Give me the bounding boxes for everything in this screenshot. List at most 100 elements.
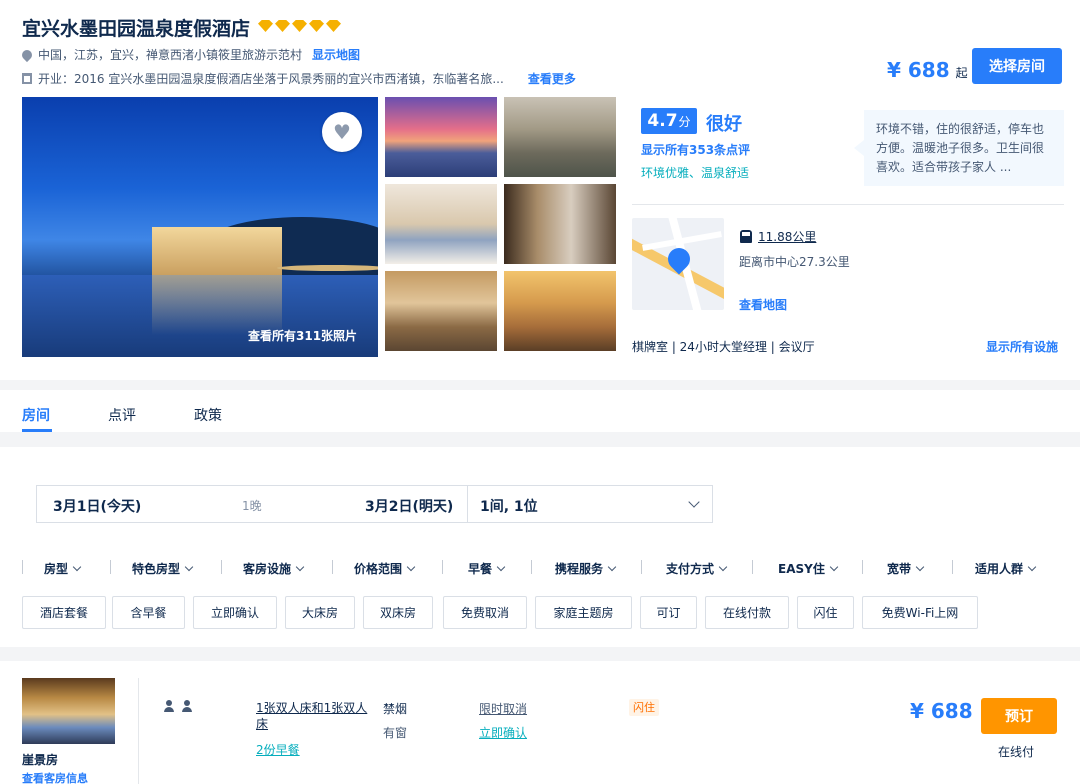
select-room-button[interactable]: 选择房间 [972,48,1062,84]
checkout-date[interactable]: 3月2日(明天) [365,496,453,516]
divider [138,678,139,784]
book-button[interactable]: 预订 [981,698,1057,734]
filter-category-dropdown[interactable]: 客房设施 [243,560,305,577]
photo-thumbnail[interactable] [385,97,497,177]
photo-thumbnail[interactable] [504,184,616,264]
filter-separator [862,560,863,574]
chevron-down-icon [184,562,194,572]
breakfast-link[interactable]: 2份早餐 [256,741,300,758]
filter-category-label: 支付方式 [666,562,715,576]
filter-category-label: 房型 [44,562,69,576]
filter-category-dropdown[interactable]: 早餐 [468,560,506,577]
quote-pointer [854,140,864,156]
tab-policies[interactable]: 政策 [194,405,222,425]
show-map-link[interactable]: 显示地图 [312,46,360,63]
mini-map[interactable] [632,218,724,310]
filter-separator [110,560,111,574]
filter-chip[interactable]: 闪住 [797,596,854,629]
filter-category-label: 特色房型 [132,562,181,576]
price-suffix: 起 [955,66,968,80]
filter-separator [641,560,642,574]
favorite-button[interactable]: ♥ [322,112,362,152]
filter-category-label: 适用人群 [975,562,1024,576]
filter-category-label: EASY住 [778,562,825,576]
station-distance-link[interactable]: 11.88公里 [758,228,816,245]
filter-chip[interactable]: 免费Wi-Fi上网 [862,596,978,629]
photo-thumbnail[interactable] [385,184,497,264]
chevron-down-icon [496,562,506,572]
chevron-down-icon [915,562,925,572]
chevron-down-icon [718,562,728,572]
guest-selector[interactable]: 1间, 1位 [467,485,713,523]
all-reviews-link[interactable]: 显示所有353条点评 [641,141,750,158]
filter-category-dropdown[interactable]: 支付方式 [666,560,728,577]
all-facilities-link[interactable]: 显示所有设施 [986,338,1058,355]
max-occupancy [163,700,193,712]
diamond-icon [309,20,324,32]
filter-separator [442,560,443,574]
filter-separator [221,560,222,574]
filter-chip[interactable]: 酒店套餐 [22,596,106,629]
filter-chip[interactable]: 含早餐 [112,596,185,629]
chevron-down-icon [406,562,416,572]
room-info-link[interactable]: 查看客房信息 [22,770,88,784]
filter-category-dropdown[interactable]: 特色房型 [132,560,194,577]
tab-reviews[interactable]: 点评 [108,405,136,425]
filter-chip[interactable]: 在线付款 [705,596,789,629]
filter-category-dropdown[interactable]: 宽带 [887,560,925,577]
filter-category-label: 早餐 [468,562,493,576]
window-info: 有窗 [383,726,408,740]
price-value: ¥ 688 [887,58,950,82]
room-photo[interactable] [22,678,115,744]
filter-category-dropdown[interactable]: 房型 [44,560,82,577]
smoking-policy: 禁烟 [383,702,408,716]
bed-type-link[interactable]: 1张双人床和1张双人床 [256,700,370,732]
building-icon [22,73,32,84]
person-icon [181,700,193,712]
star-rating [258,20,341,32]
tab-rooms[interactable]: 房间 [22,405,50,425]
center-distance: 距离市中心27.3公里 [739,255,850,269]
train-icon [740,230,752,243]
hotel-address: 中国，江苏，宜兴，禅意西渚小镇筱里旅游示范村 显示地图 [19,46,360,63]
date-selector[interactable]: 3月1日(今天) 1晚 3月2日(明天) [36,485,468,523]
nights-count: 1晚 [242,499,262,513]
filter-category-dropdown[interactable]: 价格范围 [354,560,416,577]
filter-chip[interactable]: 立即确认 [193,596,277,629]
photo-thumbnail[interactable] [385,271,497,351]
review-quote[interactable]: 环境不错，住的很舒适，停车也方便。温暖池子很多。卫生间很喜欢。适合带孩子家人 .… [864,110,1064,186]
checkin-date[interactable]: 3月1日(今天) [53,496,141,516]
rating-label: 很好 [706,114,742,135]
filter-category-label: 价格范围 [354,562,403,576]
photo-thumbnail[interactable] [504,97,616,177]
instant-confirm-link[interactable]: 立即确认 [479,724,527,741]
filter-chip[interactable]: 可订 [640,596,697,629]
filter-separator [952,560,953,574]
cancel-policy-link[interactable]: 限时取消 [479,700,527,717]
filter-category-dropdown[interactable]: 携程服务 [555,560,617,577]
chevron-down-icon [295,562,305,572]
chevron-down-icon [688,496,700,508]
score-unit: 分 [678,114,691,129]
divider [632,204,1064,205]
filter-separator [332,560,333,574]
filter-category-dropdown[interactable]: 适用人群 [975,560,1037,577]
photo-thumbnail[interactable] [504,271,616,351]
guest-count: 1间, 1位 [480,499,538,515]
filter-chip[interactable]: 家庭主题房 [535,596,632,629]
filter-chip[interactable]: 双床房 [363,596,433,629]
hotel-name: 宜兴水墨田园温泉度假酒店 [22,18,251,40]
hotel-intro: 开业：2016 宜兴水墨田园温泉度假酒店坐落于风景秀丽的宜兴市西渚镇，东临著名旅… [22,70,576,87]
see-more-link[interactable]: 查看更多 [528,70,576,87]
heart-icon: ♥ [333,120,351,144]
view-map-link[interactable]: 查看地图 [739,296,787,313]
rating-score: 4.7 分 [641,108,697,134]
filter-category-label: 客房设施 [243,562,292,576]
diamond-icon [258,20,273,32]
filter-chip[interactable]: 大床房 [285,596,355,629]
filter-chip[interactable]: 免费取消 [443,596,527,629]
room-price: ¥ 688 [910,699,973,723]
view-all-photos-link[interactable]: 查看所有311张照片 [248,327,357,344]
filter-category-dropdown[interactable]: EASY住 [778,560,839,577]
score-value: 4.7 [647,111,678,131]
